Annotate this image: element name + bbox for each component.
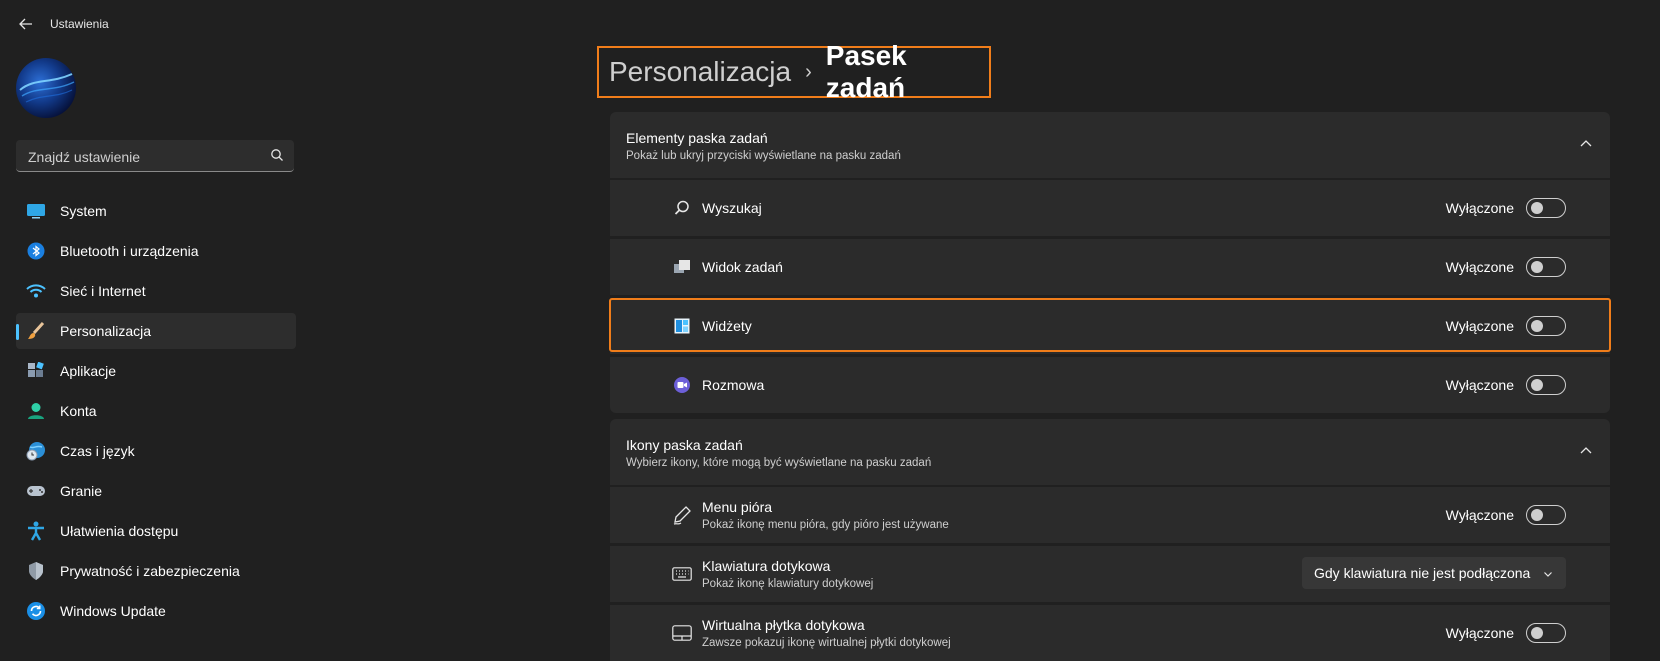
- setting-description: Zawsze pokazuj ikonę wirtualnej płytki d…: [702, 637, 951, 649]
- breadcrumb-parent[interactable]: Personalizacja: [609, 56, 791, 88]
- toggle-state-label: Wyłączone: [1445, 625, 1514, 641]
- sidebar-item-apps[interactable]: Aplikacje: [16, 353, 296, 389]
- section-title: Ikony paska zadań: [626, 437, 743, 453]
- sidebar-item-privacy[interactable]: Prywatność i zabezpieczenia: [16, 553, 296, 589]
- setting-label: Wyszukaj: [702, 200, 762, 216]
- sidebar-item-gaming[interactable]: Granie: [16, 473, 296, 509]
- toggle-state-label: Wyłączone: [1445, 507, 1514, 523]
- chat-toggle[interactable]: [1526, 375, 1566, 395]
- toggle-state-label: Wyłączone: [1445, 318, 1514, 334]
- setting-label: Wirtualna płytka dotykowa: [702, 617, 865, 633]
- toggle-state-label: Wyłączone: [1445, 259, 1514, 275]
- sidebar-item-label: Personalizacja: [60, 323, 152, 339]
- breadcrumb: Personalizacja › Pasek zadań: [597, 40, 991, 103]
- sidebar-item-label: Bluetooth i urządzenia: [60, 243, 199, 259]
- sidebar-item-label: Prywatność i zabezpieczenia: [60, 563, 240, 579]
- breadcrumb-separator: ›: [805, 60, 812, 83]
- apps-icon: [26, 361, 46, 381]
- touch-keyboard-dropdown[interactable]: Gdy klawiatura nie jest podłączona: [1302, 557, 1566, 589]
- section-subtitle: Pokaż lub ukryj przyciski wyświetlane na…: [626, 150, 901, 162]
- toggle-knob: [1531, 627, 1543, 639]
- setting-label: Widok zadań: [702, 259, 783, 275]
- setting-row-task-view: Widok zadań Wyłączone: [610, 239, 1610, 295]
- setting-row-touch-keyboard: Klawiatura dotykowa Pokaż ikonę klawiatu…: [610, 546, 1610, 602]
- settings-search-input[interactable]: [26, 146, 260, 168]
- toggle-knob: [1531, 202, 1543, 214]
- widgets-icon: [672, 316, 692, 336]
- setting-row-chat: Rozmowa Wyłączone: [610, 357, 1610, 413]
- task-view-toggle[interactable]: [1526, 257, 1566, 277]
- sidebar-item-label: Sieć i Internet: [60, 283, 146, 299]
- setting-row-search: Wyszukaj Wyłączone: [610, 180, 1610, 236]
- sidebar-item-accessibility[interactable]: Ułatwienia dostępu: [16, 513, 296, 549]
- globe-clock-icon: [26, 441, 46, 461]
- setting-row-pen-menu: Menu pióra Pokaż ikonę menu pióra, gdy p…: [610, 487, 1610, 543]
- sidebar-item-accounts[interactable]: Konta: [16, 393, 296, 429]
- dropdown-selected-value: Gdy klawiatura nie jest podłączona: [1314, 565, 1531, 581]
- settings-search-box[interactable]: [16, 140, 294, 172]
- sidebar-item-label: Aplikacje: [60, 363, 117, 379]
- setting-label: Menu pióra: [702, 499, 773, 515]
- search-toggle[interactable]: [1526, 198, 1566, 218]
- setting-description: Pokaż ikonę menu pióra, gdy pióro jest u…: [702, 519, 949, 531]
- chevron-down-icon: [1542, 567, 1554, 579]
- setting-label: Klawiatura dotykowa: [702, 558, 831, 574]
- sidebar-item-windows-update[interactable]: Windows Update: [16, 593, 296, 629]
- sidebar-item-label: Granie: [60, 483, 103, 499]
- sidebar-item-label: Konta: [60, 403, 97, 419]
- avatar[interactable]: [16, 58, 76, 118]
- monitor-icon: [26, 201, 46, 221]
- search-icon: [672, 198, 692, 218]
- toggle-knob: [1531, 261, 1543, 273]
- setting-row-virtual-touchpad: Wirtualna płytka dotykowa Zawsze pokazuj…: [610, 605, 1610, 661]
- task-view-icon: [672, 257, 692, 277]
- setting-row-widgets: Widżety Wyłączone: [610, 298, 1610, 354]
- setting-description: Pokaż ikonę klawiatury dotykowej: [702, 578, 874, 590]
- section-subtitle: Wybierz ikony, które mogą być wyświetlan…: [626, 457, 932, 469]
- accessibility-icon: [26, 521, 46, 541]
- toggle-knob: [1531, 379, 1543, 391]
- shield-icon: [26, 561, 46, 581]
- bluetooth-icon: [26, 241, 46, 261]
- sidebar-item-bluetooth[interactable]: Bluetooth i urządzenia: [16, 233, 296, 269]
- sidebar-item-label: Ułatwienia dostępu: [60, 523, 179, 539]
- app-title: Ustawienia: [50, 17, 109, 31]
- virtual-touchpad-toggle[interactable]: [1526, 623, 1566, 643]
- wifi-icon: [26, 281, 46, 301]
- sidebar-item-label: Czas i język: [60, 443, 135, 459]
- sidebar-item-personalization[interactable]: Personalizacja: [16, 313, 296, 349]
- setting-label: Widżety: [702, 318, 752, 334]
- sidebar-item-label: Windows Update: [60, 603, 166, 619]
- sidebar-item-network[interactable]: Sieć i Internet: [16, 273, 296, 309]
- pen-menu-toggle[interactable]: [1526, 505, 1566, 525]
- sidebar-item-time-language[interactable]: Czas i język: [16, 433, 296, 469]
- toggle-state-label: Wyłączone: [1445, 200, 1514, 216]
- keyboard-icon: [672, 564, 692, 584]
- page-title: Pasek zadań: [825, 40, 907, 103]
- brush-icon: [26, 321, 46, 341]
- sidebar-item-system[interactable]: System: [16, 193, 296, 229]
- search-icon[interactable]: [270, 148, 284, 162]
- setting-label: Rozmowa: [702, 377, 765, 393]
- toggle-knob: [1531, 320, 1543, 332]
- sidebar-item-label: System: [60, 203, 107, 219]
- pen-icon: [672, 505, 692, 525]
- widgets-toggle[interactable]: [1526, 316, 1566, 336]
- gamepad-icon: [26, 481, 46, 501]
- chat-icon: [672, 375, 692, 395]
- touchpad-icon: [672, 623, 692, 643]
- toggle-knob: [1531, 509, 1543, 521]
- taskbar-items-header[interactable]: Elementy paska zadań Pokaż lub ukryj prz…: [610, 112, 1610, 178]
- person-icon: [26, 401, 46, 421]
- chevron-up-icon[interactable]: [1578, 136, 1594, 152]
- chevron-up-icon[interactable]: [1578, 443, 1594, 459]
- update-icon: [26, 601, 46, 621]
- section-title: Elementy paska zadań: [626, 130, 768, 146]
- back-arrow-icon[interactable]: [16, 14, 36, 34]
- sidebar-nav: System Bluetooth i urządzenia Sieć i Int…: [16, 193, 296, 633]
- toggle-state-label: Wyłączone: [1445, 377, 1514, 393]
- taskbar-icons-header[interactable]: Ikony paska zadań Wybierz ikony, które m…: [610, 419, 1610, 485]
